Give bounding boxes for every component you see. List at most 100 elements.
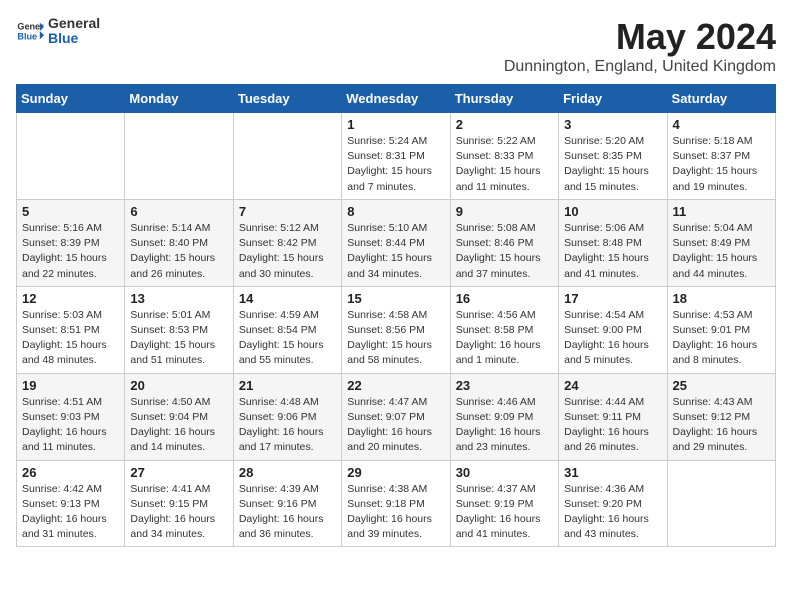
day-info: Sunrise: 5:08 AM Sunset: 8:46 PM Dayligh… bbox=[456, 221, 553, 282]
calendar-cell bbox=[125, 113, 233, 200]
day-info: Sunrise: 4:58 AM Sunset: 8:56 PM Dayligh… bbox=[347, 308, 444, 369]
day-info: Sunrise: 5:16 AM Sunset: 8:39 PM Dayligh… bbox=[22, 221, 119, 282]
calendar-header-row: SundayMondayTuesdayWednesdayThursdayFrid… bbox=[17, 85, 776, 113]
day-number: 6 bbox=[130, 204, 227, 219]
day-number: 14 bbox=[239, 291, 336, 306]
day-number: 7 bbox=[239, 204, 336, 219]
page-header: General Blue General Blue May 2024 Dunni… bbox=[16, 16, 776, 76]
day-number: 18 bbox=[673, 291, 770, 306]
day-number: 25 bbox=[673, 378, 770, 393]
day-number: 19 bbox=[22, 378, 119, 393]
day-number: 3 bbox=[564, 117, 661, 132]
day-number: 8 bbox=[347, 204, 444, 219]
day-of-week-header: Wednesday bbox=[342, 85, 450, 113]
day-info: Sunrise: 4:59 AM Sunset: 8:54 PM Dayligh… bbox=[239, 308, 336, 369]
day-number: 13 bbox=[130, 291, 227, 306]
day-number: 17 bbox=[564, 291, 661, 306]
day-number: 12 bbox=[22, 291, 119, 306]
calendar-cell: 15 Sunrise: 4:58 AM Sunset: 8:56 PM Dayli… bbox=[342, 286, 450, 373]
calendar-cell: 7 Sunrise: 5:12 AM Sunset: 8:42 PM Daylig… bbox=[233, 199, 341, 286]
logo-icon: General Blue bbox=[16, 17, 44, 45]
calendar-cell: 29 Sunrise: 4:38 AM Sunset: 9:18 PM Dayli… bbox=[342, 460, 450, 547]
day-number: 10 bbox=[564, 204, 661, 219]
calendar-week-row: 26 Sunrise: 4:42 AM Sunset: 9:13 PM Dayli… bbox=[17, 460, 776, 547]
calendar-cell: 26 Sunrise: 4:42 AM Sunset: 9:13 PM Dayli… bbox=[17, 460, 125, 547]
day-number: 30 bbox=[456, 465, 553, 480]
calendar-cell: 27 Sunrise: 4:41 AM Sunset: 9:15 PM Dayli… bbox=[125, 460, 233, 547]
day-number: 1 bbox=[347, 117, 444, 132]
day-of-week-header: Thursday bbox=[450, 85, 558, 113]
calendar-cell: 11Sunrise: 5:04 AM Sunset: 8:49 PM Dayli… bbox=[667, 199, 775, 286]
calendar-cell: 3Sunrise: 5:20 AM Sunset: 8:35 PM Daylig… bbox=[559, 113, 667, 200]
day-number: 23 bbox=[456, 378, 553, 393]
day-info: Sunrise: 4:37 AM Sunset: 9:19 PM Dayligh… bbox=[456, 482, 553, 543]
calendar-cell: 23 Sunrise: 4:46 AM Sunset: 9:09 PM Dayli… bbox=[450, 373, 558, 460]
logo: General Blue General Blue bbox=[16, 16, 100, 47]
day-info: Sunrise: 4:41 AM Sunset: 9:15 PM Dayligh… bbox=[130, 482, 227, 543]
calendar-cell: 5 Sunrise: 5:16 AM Sunset: 8:39 PM Daylig… bbox=[17, 199, 125, 286]
day-info: Sunrise: 4:51 AM Sunset: 9:03 PM Dayligh… bbox=[22, 395, 119, 456]
day-info: Sunrise: 5:03 AM Sunset: 8:51 PM Dayligh… bbox=[22, 308, 119, 369]
day-info: Sunrise: 5:22 AM Sunset: 8:33 PM Dayligh… bbox=[456, 134, 553, 195]
calendar-cell: 30 Sunrise: 4:37 AM Sunset: 9:19 PM Dayli… bbox=[450, 460, 558, 547]
day-number: 9 bbox=[456, 204, 553, 219]
day-number: 4 bbox=[673, 117, 770, 132]
calendar-cell: 20Sunrise: 4:50 AM Sunset: 9:04 PM Dayli… bbox=[125, 373, 233, 460]
calendar-cell: 10 Sunrise: 5:06 AM Sunset: 8:48 PM Dayli… bbox=[559, 199, 667, 286]
calendar-cell: 9 Sunrise: 5:08 AM Sunset: 8:46 PM Daylig… bbox=[450, 199, 558, 286]
calendar-cell: 14 Sunrise: 4:59 AM Sunset: 8:54 PM Dayli… bbox=[233, 286, 341, 373]
day-info: Sunrise: 5:06 AM Sunset: 8:48 PM Dayligh… bbox=[564, 221, 661, 282]
day-info: Sunrise: 5:12 AM Sunset: 8:42 PM Dayligh… bbox=[239, 221, 336, 282]
calendar-cell bbox=[233, 113, 341, 200]
calendar-cell: 18Sunrise: 4:53 AM Sunset: 9:01 PM Dayli… bbox=[667, 286, 775, 373]
day-info: Sunrise: 4:46 AM Sunset: 9:09 PM Dayligh… bbox=[456, 395, 553, 456]
svg-text:Blue: Blue bbox=[17, 32, 37, 42]
month-year-title: May 2024 bbox=[504, 16, 776, 58]
day-number: 21 bbox=[239, 378, 336, 393]
calendar-cell bbox=[667, 460, 775, 547]
calendar-cell: 19 Sunrise: 4:51 AM Sunset: 9:03 PM Dayli… bbox=[17, 373, 125, 460]
day-info: Sunrise: 5:14 AM Sunset: 8:40 PM Dayligh… bbox=[130, 221, 227, 282]
day-number: 24 bbox=[564, 378, 661, 393]
calendar-cell: 1 Sunrise: 5:24 AM Sunset: 8:31 PM Daylig… bbox=[342, 113, 450, 200]
day-number: 28 bbox=[239, 465, 336, 480]
day-of-week-header: Saturday bbox=[667, 85, 775, 113]
day-info: Sunrise: 4:36 AM Sunset: 9:20 PM Dayligh… bbox=[564, 482, 661, 543]
calendar-cell: 28Sunrise: 4:39 AM Sunset: 9:16 PM Dayli… bbox=[233, 460, 341, 547]
calendar-cell: 21Sunrise: 4:48 AM Sunset: 9:06 PM Dayli… bbox=[233, 373, 341, 460]
day-info: Sunrise: 4:47 AM Sunset: 9:07 PM Dayligh… bbox=[347, 395, 444, 456]
day-info: Sunrise: 5:04 AM Sunset: 8:49 PM Dayligh… bbox=[673, 221, 770, 282]
day-info: Sunrise: 5:10 AM Sunset: 8:44 PM Dayligh… bbox=[347, 221, 444, 282]
day-number: 5 bbox=[22, 204, 119, 219]
day-number: 15 bbox=[347, 291, 444, 306]
day-info: Sunrise: 4:44 AM Sunset: 9:11 PM Dayligh… bbox=[564, 395, 661, 456]
day-number: 26 bbox=[22, 465, 119, 480]
calendar-cell: 6 Sunrise: 5:14 AM Sunset: 8:40 PM Daylig… bbox=[125, 199, 233, 286]
day-of-week-header: Friday bbox=[559, 85, 667, 113]
day-number: 29 bbox=[347, 465, 444, 480]
day-info: Sunrise: 5:01 AM Sunset: 8:53 PM Dayligh… bbox=[130, 308, 227, 369]
location-text: Dunnington, England, United Kingdom bbox=[504, 58, 776, 76]
day-of-week-header: Monday bbox=[125, 85, 233, 113]
calendar-cell: 25Sunrise: 4:43 AM Sunset: 9:12 PM Dayli… bbox=[667, 373, 775, 460]
day-info: Sunrise: 5:24 AM Sunset: 8:31 PM Dayligh… bbox=[347, 134, 444, 195]
calendar-cell: 12 Sunrise: 5:03 AM Sunset: 8:51 PM Dayli… bbox=[17, 286, 125, 373]
day-info: Sunrise: 4:42 AM Sunset: 9:13 PM Dayligh… bbox=[22, 482, 119, 543]
calendar-cell: 24 Sunrise: 4:44 AM Sunset: 9:11 PM Dayli… bbox=[559, 373, 667, 460]
calendar-cell: 17 Sunrise: 4:54 AM Sunset: 9:00 PM Dayli… bbox=[559, 286, 667, 373]
day-info: Sunrise: 4:50 AM Sunset: 9:04 PM Dayligh… bbox=[130, 395, 227, 456]
calendar-cell: 8 Sunrise: 5:10 AM Sunset: 8:44 PM Daylig… bbox=[342, 199, 450, 286]
calendar-cell: 2Sunrise: 5:22 AM Sunset: 8:33 PM Daylig… bbox=[450, 113, 558, 200]
day-of-week-header: Sunday bbox=[17, 85, 125, 113]
day-number: 31 bbox=[564, 465, 661, 480]
calendar-week-row: 19 Sunrise: 4:51 AM Sunset: 9:03 PM Dayli… bbox=[17, 373, 776, 460]
logo-blue-text: Blue bbox=[48, 31, 100, 46]
day-number: 27 bbox=[130, 465, 227, 480]
day-info: Sunrise: 4:38 AM Sunset: 9:18 PM Dayligh… bbox=[347, 482, 444, 543]
day-info: Sunrise: 4:56 AM Sunset: 8:58 PM Dayligh… bbox=[456, 308, 553, 369]
day-number: 16 bbox=[456, 291, 553, 306]
day-info: Sunrise: 4:54 AM Sunset: 9:00 PM Dayligh… bbox=[564, 308, 661, 369]
day-of-week-header: Tuesday bbox=[233, 85, 341, 113]
calendar-cell: 16 Sunrise: 4:56 AM Sunset: 8:58 PM Dayli… bbox=[450, 286, 558, 373]
day-number: 22 bbox=[347, 378, 444, 393]
